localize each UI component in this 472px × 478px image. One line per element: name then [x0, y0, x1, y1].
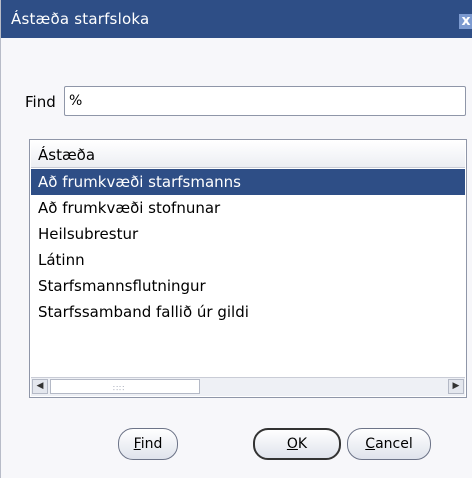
scrollbar-thumb[interactable]: ∷∷: [50, 379, 200, 394]
grip-icon: ∷∷: [113, 384, 126, 393]
horizontal-scrollbar[interactable]: ◀ ∷∷ ▶: [31, 377, 465, 396]
dialog-window: Ástæða starfsloka x Find % Ástæða Að fru…: [0, 0, 472, 478]
list-rows: Að frumkvæði starfsmanns Að frumkvæði st…: [31, 169, 465, 325]
column-header[interactable]: Ástæða: [31, 141, 465, 168]
left-arrow-icon[interactable]: ◀: [32, 379, 48, 394]
ok-button[interactable]: OK: [253, 428, 341, 460]
list-item[interactable]: Heilsubrestur: [31, 221, 465, 247]
list-item[interactable]: Starfsmannsflutningur: [31, 273, 465, 299]
find-button[interactable]: Find: [118, 428, 178, 460]
list-item[interactable]: Starfssamband fallið úr gildi: [31, 299, 465, 325]
close-icon[interactable]: x: [459, 14, 472, 29]
title-bar[interactable]: Ástæða starfsloka x: [1, 0, 472, 38]
find-input[interactable]: %: [64, 86, 466, 116]
list-item[interactable]: Að frumkvæði stofnunar: [31, 195, 465, 221]
right-arrow-icon[interactable]: ▶: [448, 379, 464, 394]
dialog-title: Ástæða starfsloka: [11, 10, 150, 28]
list-item[interactable]: Látinn: [31, 247, 465, 273]
cancel-button[interactable]: Cancel: [347, 428, 431, 460]
list-item[interactable]: Að frumkvæði starfsmanns: [31, 169, 465, 195]
find-label: Find: [25, 93, 56, 111]
column-header-label: Ástæða: [38, 146, 96, 164]
results-list[interactable]: Ástæða Að frumkvæði starfsmanns Að frumk…: [29, 139, 467, 398]
